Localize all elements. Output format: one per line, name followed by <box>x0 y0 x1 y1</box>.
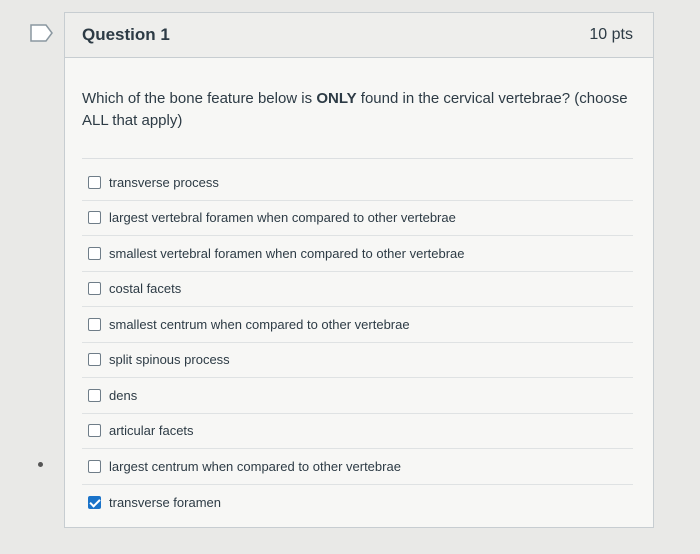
checkbox[interactable] <box>88 246 101 260</box>
question-card: Question 1 10 pts Which of the bone feat… <box>64 12 654 528</box>
checkbox[interactable] <box>88 282 101 296</box>
answer-label: transverse foramen <box>109 494 221 510</box>
answer-label: smallest vertebral foramen when compared… <box>109 245 465 261</box>
answer-option[interactable]: smallest vertebral foramen when compared… <box>82 236 633 272</box>
flag-question-icon[interactable] <box>30 24 54 42</box>
question-points: 10 pts <box>589 26 633 43</box>
question-text: Which of the bone feature below is ONLY … <box>82 90 628 129</box>
checkbox[interactable] <box>88 495 101 509</box>
checkbox[interactable] <box>88 175 101 189</box>
answer-option[interactable]: articular facets <box>82 414 633 449</box>
answer-option[interactable]: split spinous process <box>82 343 633 378</box>
answer-label: largest vertebral foramen when compared … <box>109 210 456 226</box>
answer-label: articular facets <box>109 423 194 439</box>
answer-label: transverse process <box>109 174 219 190</box>
answer-label: largest centrum when compared to other v… <box>109 458 401 474</box>
question-title: Question 1 <box>82 25 170 44</box>
checkbox[interactable] <box>88 353 101 367</box>
checkbox[interactable] <box>88 211 101 225</box>
answer-label: dens <box>109 387 138 403</box>
answer-option[interactable]: transverse process <box>82 165 633 201</box>
answer-option[interactable]: transverse foramen <box>82 485 633 521</box>
checkbox[interactable] <box>88 388 101 402</box>
question-emphasis: ONLY <box>316 90 357 107</box>
question-separator <box>82 158 633 159</box>
answer-label: smallest centrum when compared to other … <box>109 316 410 332</box>
bullet-dot <box>38 462 43 467</box>
checkbox[interactable] <box>88 317 101 331</box>
checkbox[interactable] <box>88 459 101 473</box>
checkbox[interactable] <box>88 424 101 438</box>
answer-option[interactable]: smallest centrum when compared to other … <box>82 307 633 343</box>
answer-option[interactable]: dens <box>82 378 633 414</box>
answer-label: split spinous process <box>109 352 230 368</box>
answer-option[interactable]: largest vertebral foramen when compared … <box>82 201 633 236</box>
question-header: Question 1 10 pts <box>65 13 653 58</box>
answer-list: transverse process largest vertebral for… <box>82 165 633 520</box>
answer-label: costal facets <box>109 281 182 297</box>
answer-option[interactable]: costal facets <box>82 272 633 307</box>
answer-option[interactable]: largest centrum when compared to other v… <box>82 449 633 485</box>
